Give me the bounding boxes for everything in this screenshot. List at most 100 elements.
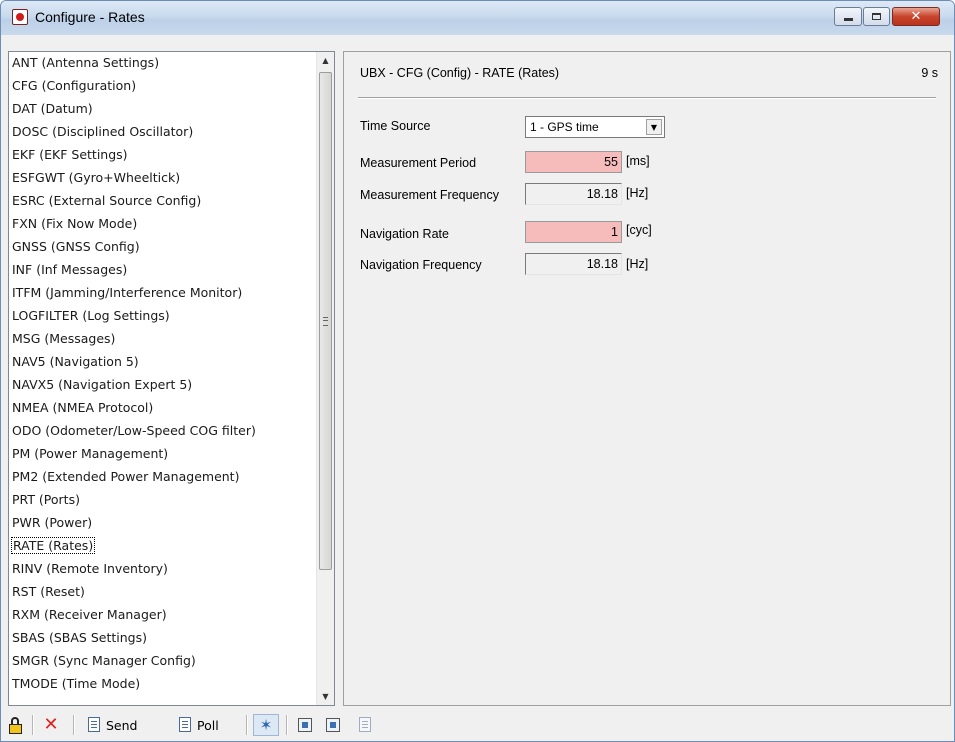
list-item[interactable]: PRT (Ports) bbox=[9, 489, 315, 512]
list-item-label: TMODE (Time Mode) bbox=[12, 676, 141, 691]
list-item[interactable]: ESRC (External Source Config) bbox=[9, 190, 315, 213]
send-label: Send bbox=[106, 717, 138, 733]
list-item-label: PRT (Ports) bbox=[12, 492, 80, 507]
navigation-frequency-value: 18.18 bbox=[525, 253, 622, 275]
close-button[interactable]: ✕ bbox=[892, 7, 940, 26]
list-item-label: NMEA (NMEA Protocol) bbox=[12, 400, 154, 415]
list-item-label: ESFGWT (Gyro+Wheeltick) bbox=[12, 170, 181, 185]
list-item[interactable]: GNSS (GNSS Config) bbox=[9, 236, 315, 259]
list-item[interactable]: EKF (EKF Settings) bbox=[9, 144, 315, 167]
list-scrollbar[interactable]: ▲ ▼ bbox=[316, 52, 334, 705]
list-item[interactable]: LOGFILTER (Log Settings) bbox=[9, 305, 315, 328]
message-class-list[interactable]: ANT (Antenna Settings) CFG (Configuration… bbox=[8, 51, 335, 706]
list-item-label: RST (Reset) bbox=[12, 584, 85, 599]
poll-document-icon bbox=[177, 716, 195, 734]
list-item-label: RATE (Rates) bbox=[10, 537, 96, 554]
list-item-label: PWR (Power) bbox=[12, 515, 93, 530]
minimize-icon bbox=[843, 18, 853, 21]
config-panel: UBX - CFG (Config) - RATE (Rates) 9 s Ti… bbox=[343, 51, 951, 706]
list-item[interactable]: RATE (Rates) bbox=[9, 535, 315, 558]
list-item[interactable]: INF (Inf Messages) bbox=[9, 259, 315, 282]
cancel-button[interactable]: ✕ bbox=[42, 714, 60, 736]
measurement-period-input[interactable]: 55 bbox=[525, 151, 622, 173]
list-item-label: DAT (Datum) bbox=[12, 101, 93, 116]
list-item[interactable]: CFG (Configuration) bbox=[9, 75, 315, 98]
list-item-label: SMGR (Sync Manager Config) bbox=[12, 653, 196, 668]
dropdown-arrow-icon[interactable]: ▼ bbox=[646, 119, 662, 135]
lock-icon bbox=[7, 716, 25, 734]
list-item[interactable]: PM2 (Extended Power Management) bbox=[9, 466, 315, 489]
list-item-label: ESRC (External Source Config) bbox=[12, 193, 202, 208]
navigation-rate-input[interactable]: 1 bbox=[525, 221, 622, 243]
list-item[interactable]: RST (Reset) bbox=[9, 581, 315, 604]
document-icon bbox=[357, 716, 375, 734]
load-config-button[interactable] bbox=[324, 714, 342, 736]
list-item-label: SBAS (SBAS Settings) bbox=[12, 630, 147, 645]
list-item[interactable]: SMGR (Sync Manager Config) bbox=[9, 650, 315, 673]
list-item-label: FXN (Fix Now Mode) bbox=[12, 216, 138, 231]
list-item-label: CFG (Configuration) bbox=[12, 78, 137, 93]
toolbar-separator bbox=[286, 715, 288, 735]
list-item[interactable]: RXM (Receiver Manager) bbox=[9, 604, 315, 627]
list-item[interactable]: NAV5 (Navigation 5) bbox=[9, 351, 315, 374]
list-item[interactable]: ESFGWT (Gyro+Wheeltick) bbox=[9, 167, 315, 190]
list-item[interactable]: ODO (Odometer/Low-Speed COG filter) bbox=[9, 420, 315, 443]
close-icon: ✕ bbox=[910, 9, 922, 24]
scroll-down-arrow-icon[interactable]: ▼ bbox=[317, 688, 334, 705]
list-item-label: RINV (Remote Inventory) bbox=[12, 561, 168, 576]
save-config-button[interactable] bbox=[296, 714, 314, 736]
list-item-label: INF (Inf Messages) bbox=[12, 262, 128, 277]
list-item-label: RXM (Receiver Manager) bbox=[12, 607, 167, 622]
list-item-label: PM (Power Management) bbox=[12, 446, 169, 461]
list-item[interactable]: DAT (Datum) bbox=[9, 98, 315, 121]
toolbar-separator bbox=[73, 715, 75, 735]
lock-button[interactable] bbox=[7, 714, 25, 736]
list-item[interactable]: DOSC (Disciplined Oscillator) bbox=[9, 121, 315, 144]
list-item-label: DOSC (Disciplined Oscillator) bbox=[12, 124, 194, 139]
list-item-label: NAV5 (Navigation 5) bbox=[12, 354, 139, 369]
toolbar-separator bbox=[32, 715, 34, 735]
scroll-thumb[interactable] bbox=[319, 72, 332, 570]
list-items: ANT (Antenna Settings) CFG (Configuration… bbox=[9, 52, 315, 696]
send-button[interactable]: Send bbox=[86, 714, 137, 736]
measurement-period-label: Measurement Period bbox=[360, 156, 477, 170]
list-item[interactable]: MSG (Messages) bbox=[9, 328, 315, 351]
list-item[interactable]: SBAS (SBAS Settings) bbox=[9, 627, 315, 650]
list-item[interactable]: PM (Power Management) bbox=[9, 443, 315, 466]
message-header: UBX - CFG (Config) - RATE (Rates) bbox=[360, 66, 560, 80]
list-item-label: NAVX5 (Navigation Expert 5) bbox=[12, 377, 193, 392]
maximize-icon bbox=[872, 13, 881, 20]
list-item[interactable]: RINV (Remote Inventory) bbox=[9, 558, 315, 581]
disabled-toolbar-button[interactable] bbox=[357, 714, 375, 736]
red-x-icon: ✕ bbox=[43, 714, 59, 735]
measurement-period-unit: [ms] bbox=[626, 154, 650, 168]
list-item[interactable]: ITFM (Jamming/Interference Monitor) bbox=[9, 282, 315, 305]
scroll-up-arrow-icon[interactable]: ▲ bbox=[317, 52, 334, 69]
list-item[interactable]: ANT (Antenna Settings) bbox=[9, 52, 315, 75]
time-source-label: Time Source bbox=[360, 119, 431, 133]
list-item-label: ANT (Antenna Settings) bbox=[12, 55, 160, 70]
list-item[interactable]: NAVX5 (Navigation Expert 5) bbox=[9, 374, 315, 397]
poll-timer: 9 s bbox=[921, 66, 938, 80]
minimize-button[interactable] bbox=[834, 7, 862, 26]
time-source-select[interactable]: 1 - GPS time ▼ bbox=[525, 116, 665, 138]
measurement-frequency-label: Measurement Frequency bbox=[360, 188, 499, 202]
configure-window: Configure - Rates ✕ ANT (Antenna Setting… bbox=[0, 0, 955, 742]
window-title: Configure - Rates bbox=[35, 9, 145, 25]
auto-poll-toggle[interactable]: ✶ bbox=[253, 714, 279, 736]
list-item-label: ODO (Odometer/Low-Speed COG filter) bbox=[12, 423, 256, 438]
time-source-value: 1 - GPS time bbox=[530, 120, 599, 134]
list-item[interactable]: NMEA (NMEA Protocol) bbox=[9, 397, 315, 420]
maximize-button[interactable] bbox=[863, 7, 890, 26]
list-item[interactable]: FXN (Fix Now Mode) bbox=[9, 213, 315, 236]
list-item[interactable]: TMODE (Time Mode) bbox=[9, 673, 315, 696]
poll-button[interactable]: Poll bbox=[177, 714, 219, 736]
auto-poll-icon: ✶ bbox=[259, 716, 273, 734]
load-config-icon bbox=[324, 716, 342, 734]
send-document-icon bbox=[86, 716, 104, 734]
title-bar[interactable]: Configure - Rates ✕ bbox=[1, 1, 954, 35]
app-icon bbox=[12, 9, 28, 25]
header-divider bbox=[358, 97, 936, 99]
bottom-toolbar: ✕ Send Poll ✶ bbox=[2, 709, 953, 741]
list-item[interactable]: PWR (Power) bbox=[9, 512, 315, 535]
